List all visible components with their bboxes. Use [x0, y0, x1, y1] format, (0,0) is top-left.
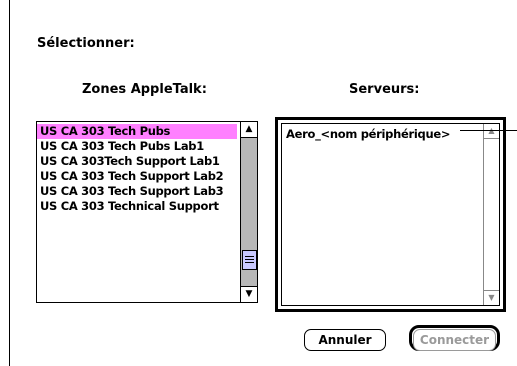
connect-button[interactable]: Connecter	[413, 329, 496, 351]
zone-item[interactable]: US CA 303 Tech Support Lab2	[37, 169, 237, 184]
scroll-up-arrow-icon[interactable]: ▲	[241, 122, 257, 138]
servers-scrollbar: ▲ ▼	[483, 124, 499, 305]
scrollbar-thumb[interactable]	[242, 250, 257, 270]
zone-item[interactable]: US CA 303 Technical Support	[37, 199, 237, 214]
zones-scrollbar[interactable]: ▲ ▼	[240, 122, 257, 302]
scroll-down-arrow-icon: ▼	[484, 290, 499, 305]
callout-line	[460, 130, 517, 131]
dialog-title: Sélectionner:	[37, 36, 135, 51]
server-item[interactable]: Aero_<nom périphérique>	[286, 127, 450, 141]
zones-header: Zones AppleTalk:	[82, 82, 207, 97]
zone-item[interactable]: US CA 303 Tech Pubs	[37, 124, 237, 139]
servers-header: Serveurs:	[349, 82, 420, 97]
servers-listbox[interactable]: Aero_<nom périphérique> ▲ ▼	[281, 123, 500, 306]
zone-item[interactable]: US CA 303Tech Support Lab1	[37, 154, 237, 169]
servers-listbox-frame: Aero_<nom périphérique> ▲ ▼	[275, 117, 506, 312]
scroll-up-arrow-icon: ▲	[484, 124, 499, 139]
window-left-border	[9, 0, 10, 366]
zone-item[interactable]: US CA 303 Tech Pubs Lab1	[37, 139, 237, 154]
zone-item[interactable]: US CA 303 Tech Support Lab3	[37, 184, 237, 199]
cancel-button[interactable]: Annuler	[304, 329, 386, 351]
zones-listbox[interactable]: US CA 303 Tech Pubs US CA 303 Tech Pubs …	[36, 121, 258, 303]
scroll-down-arrow-icon[interactable]: ▼	[241, 286, 257, 302]
zones-list: US CA 303 Tech Pubs US CA 303 Tech Pubs …	[37, 124, 237, 214]
